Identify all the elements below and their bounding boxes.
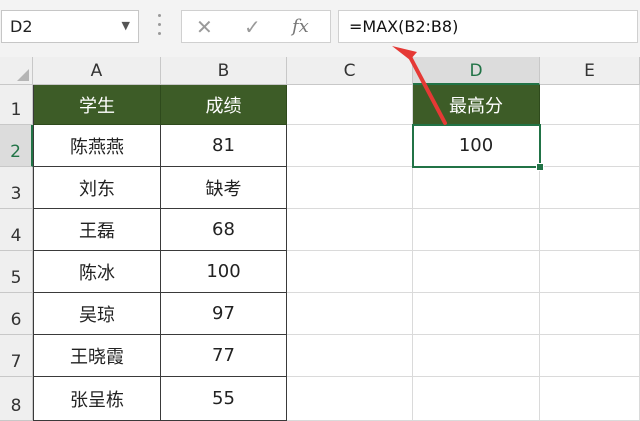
row-header-1[interactable]: 1 (0, 85, 33, 125)
cell-c6[interactable] (287, 293, 413, 335)
cell-b7[interactable]: 77 (161, 335, 287, 377)
cell-d5[interactable] (413, 251, 540, 293)
cell-d6[interactable] (413, 293, 540, 335)
cell-d8[interactable] (413, 377, 540, 421)
cell-e8[interactable] (540, 377, 640, 421)
cell-c3[interactable] (287, 167, 413, 209)
cell-b4[interactable]: 68 (161, 209, 287, 251)
cell-e1[interactable] (540, 85, 640, 125)
row-number: 8 (10, 396, 22, 416)
row-header-3[interactable]: 3 (0, 167, 33, 209)
enter-icon[interactable]: ✓ (244, 14, 261, 40)
row-number: 1 (10, 100, 22, 120)
cell-a6[interactable]: 吴琼 (33, 293, 161, 335)
cell-a1[interactable]: 学生 (33, 85, 161, 125)
cell-b6[interactable]: 97 (161, 293, 287, 335)
cell-d3[interactable] (413, 167, 540, 209)
cell-d7[interactable] (413, 335, 540, 377)
cell-b3[interactable]: 缺考 (161, 167, 287, 209)
name-box-value: D2 (10, 17, 33, 36)
cell-d2[interactable]: 100 (413, 125, 540, 167)
name-box[interactable]: D2 ▼ (1, 10, 139, 43)
row-number: 4 (10, 226, 22, 246)
cell-d4[interactable] (413, 209, 540, 251)
formula-text: =MAX(B2:B8) (349, 17, 459, 36)
formula-bar-area: D2 ▼ ✕ ✓ fx =MAX(B2:B8) (0, 0, 640, 57)
row-number: 6 (10, 310, 22, 330)
cancel-icon[interactable]: ✕ (196, 14, 213, 40)
spreadsheet-grid: A B C D E 1 2 3 4 5 6 7 8 学生 成绩 最高分 陈燕燕 … (0, 57, 640, 421)
grip-icon[interactable] (158, 14, 162, 40)
cell-c4[interactable] (287, 209, 413, 251)
cell-c8[interactable] (287, 377, 413, 421)
cell-c2[interactable] (287, 125, 413, 167)
row-header-5[interactable]: 5 (0, 251, 33, 293)
row-header-2[interactable]: 2 (0, 125, 33, 167)
cell-c1[interactable] (287, 85, 413, 125)
row-header-7[interactable]: 7 (0, 335, 33, 377)
formula-buttons: ✕ ✓ fx (181, 10, 331, 43)
cell-e4[interactable] (540, 209, 640, 251)
cell-a4[interactable]: 王磊 (33, 209, 161, 251)
row-number: 3 (10, 184, 22, 204)
cell-e7[interactable] (540, 335, 640, 377)
cell-b5[interactable]: 100 (161, 251, 287, 293)
cell-e2[interactable] (540, 125, 640, 167)
cell-c7[interactable] (287, 335, 413, 377)
cell-a8[interactable]: 张呈栋 (33, 377, 161, 421)
chevron-down-icon[interactable]: ▼ (122, 19, 130, 32)
row-number: 7 (10, 352, 22, 372)
fill-handle[interactable] (536, 163, 544, 171)
cell-d1[interactable]: 最高分 (413, 85, 540, 125)
column-header-b[interactable]: B (161, 57, 287, 85)
row-number: 2 (10, 142, 21, 162)
row-header-8[interactable]: 8 (0, 377, 33, 421)
column-header-d[interactable]: D (413, 57, 540, 85)
cell-c5[interactable] (287, 251, 413, 293)
select-all-button[interactable] (0, 57, 33, 85)
cell-b1[interactable]: 成绩 (161, 85, 287, 125)
cell-b8[interactable]: 55 (161, 377, 287, 421)
cell-e6[interactable] (540, 293, 640, 335)
cell-e5[interactable] (540, 251, 640, 293)
column-header-c[interactable]: C (287, 57, 413, 85)
cell-a5[interactable]: 陈冰 (33, 251, 161, 293)
cell-a3[interactable]: 刘东 (33, 167, 161, 209)
formula-input[interactable]: =MAX(B2:B8) (338, 10, 638, 43)
cell-a2[interactable]: 陈燕燕 (33, 125, 161, 167)
column-header-a[interactable]: A (33, 57, 161, 85)
row-number: 5 (10, 268, 22, 288)
cell-b2[interactable]: 81 (161, 125, 287, 167)
cell-a7[interactable]: 王晓霞 (33, 335, 161, 377)
column-header-e[interactable]: E (540, 57, 640, 85)
row-header-4[interactable]: 4 (0, 209, 33, 251)
cell-e3[interactable] (540, 167, 640, 209)
row-header-6[interactable]: 6 (0, 293, 33, 335)
insert-function-icon[interactable]: fx (292, 14, 309, 40)
